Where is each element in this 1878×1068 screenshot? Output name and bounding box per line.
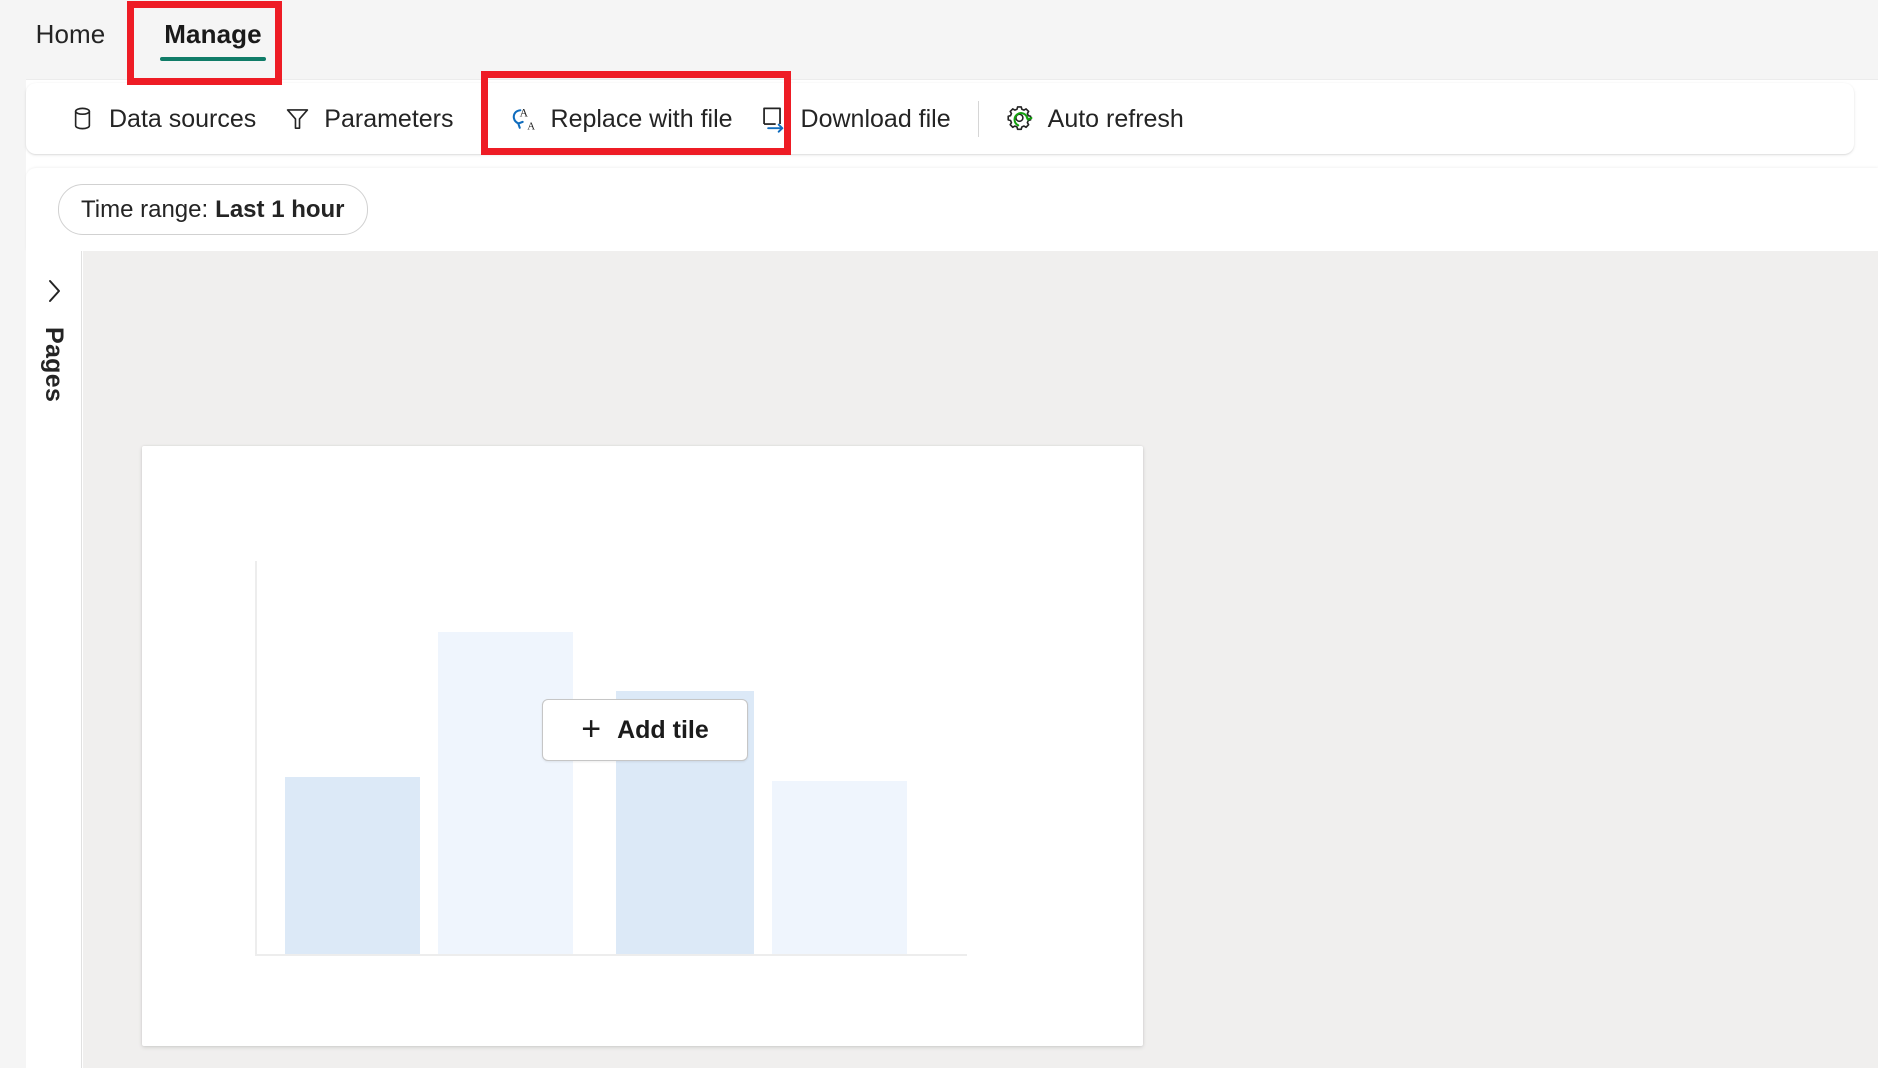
svg-text:A: A [527, 120, 535, 132]
pages-rail-title: Pages [39, 327, 68, 402]
pages-rail: Pages [26, 251, 82, 1068]
top-tab-strip: Home Manage [0, 0, 1878, 80]
svg-text:A: A [520, 107, 529, 120]
chart-bar [772, 781, 907, 954]
command-bar: Data sources Parameters A A Replace with… [26, 83, 1854, 154]
replace-with-file-icon: A A [509, 104, 539, 134]
cmd-data-sources[interactable]: Data sources [54, 95, 269, 143]
chart-bar [285, 777, 420, 954]
add-tile-button[interactable]: + Add tile [542, 699, 748, 761]
auto-refresh-gear-icon [1006, 104, 1036, 134]
cmd-auto-refresh-label: Auto refresh [1048, 104, 1184, 134]
tab-manage-underline [160, 57, 267, 61]
cmd-replace-file[interactable]: A A Replace with file [496, 95, 746, 143]
dashboard-toolbar: Time range: Last 1 hour [26, 168, 1878, 251]
cmd-parameters[interactable]: Parameters [269, 95, 466, 143]
left-gutter-upper [0, 79, 26, 168]
content-area: Time range: Last 1 hour Pages + Add tile [26, 168, 1878, 1068]
tab-manage[interactable]: Manage [148, 0, 278, 79]
chart-x-axis [255, 954, 967, 956]
cmd-replace-file-label: Replace with file [551, 104, 733, 134]
tab-home[interactable]: Home [18, 0, 123, 79]
funnel-icon [282, 104, 312, 134]
command-divider-2 [978, 101, 979, 137]
plus-icon: + [581, 712, 601, 746]
time-range-picker[interactable]: Time range: Last 1 hour [58, 184, 368, 235]
tab-manage-label: Manage [164, 18, 261, 50]
left-gutter-lower [0, 168, 26, 1068]
command-divider-1 [481, 101, 482, 137]
cmd-parameters-label: Parameters [324, 104, 453, 134]
time-range-label: Time range: [81, 196, 208, 224]
tab-home-underline [27, 57, 113, 61]
database-icon [67, 104, 97, 134]
time-range-value: Last 1 hour [215, 196, 344, 224]
cmd-data-sources-label: Data sources [109, 104, 256, 134]
chart-bar [438, 632, 573, 954]
dashboard-canvas: + Add tile [83, 251, 1878, 1068]
add-tile-label: Add tile [617, 716, 709, 745]
chevron-right-icon[interactable] [34, 271, 74, 311]
tab-home-label: Home [36, 18, 106, 50]
cmd-auto-refresh[interactable]: Auto refresh [993, 95, 1197, 143]
download-file-icon [759, 104, 789, 134]
cmd-download-file-label: Download file [801, 104, 951, 134]
empty-tile-card: + Add tile [142, 446, 1143, 1046]
cmd-download-file[interactable]: Download file [746, 95, 964, 143]
